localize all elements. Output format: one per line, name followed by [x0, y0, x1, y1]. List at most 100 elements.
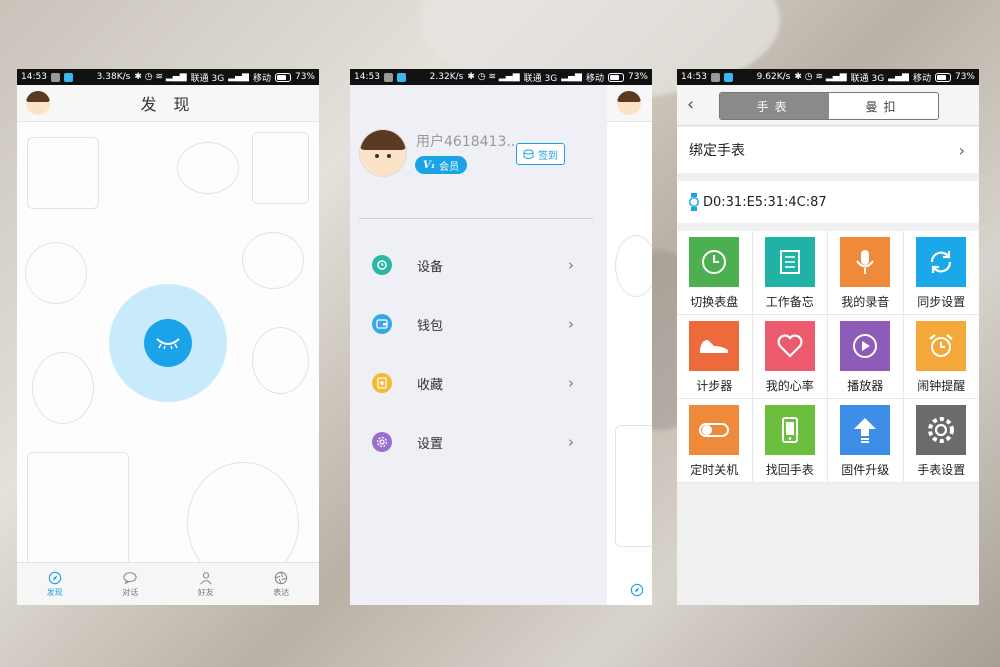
- tab-friends[interactable]: 好友: [168, 563, 244, 605]
- grid-item-label: 我的录音: [841, 295, 890, 309]
- peek-top-bar: [607, 85, 652, 122]
- tab-express[interactable]: 表达: [244, 563, 320, 605]
- device-address-row: D0:31:E5:31:4C:87: [677, 181, 979, 223]
- mac-address: D0:31:E5:31:4C:87: [703, 194, 827, 210]
- tab-watch[interactable]: 手表: [720, 93, 829, 119]
- chevron-right-icon: ›: [568, 433, 574, 451]
- doodle-face: [242, 232, 304, 289]
- signal-icons: ✱ ◷ ≋ ▂▄▆: [134, 72, 187, 82]
- doodle-windmill: [177, 142, 239, 194]
- signal-icon-2: ▂▄▆: [561, 72, 582, 82]
- app-notification-icon: [396, 72, 406, 82]
- menu-item-favorites[interactable]: 收藏 ›: [350, 363, 607, 403]
- friends-icon: [200, 571, 212, 584]
- notification-icon: [50, 72, 60, 82]
- status-time: 14:53: [681, 72, 707, 82]
- menu-item-wallet[interactable]: 钱包 ›: [350, 304, 607, 344]
- signal-icon-2: ▂▄▆: [228, 72, 249, 82]
- grid-item-label: 闹钟提醒: [917, 379, 966, 393]
- app-notification-icon: [63, 72, 73, 82]
- checkin-button[interactable]: 签到: [516, 143, 565, 165]
- grid-item-switch-dial[interactable]: 切换表盘: [677, 231, 753, 315]
- tab-label: 表达: [273, 587, 290, 597]
- compass-icon: [630, 583, 644, 597]
- signal-icons: ✱ ◷ ≋ ▂▄▆: [467, 72, 520, 82]
- carrier-1: 联通 3G: [850, 73, 885, 84]
- doodle-face: [615, 235, 652, 297]
- notification-icon: [710, 72, 720, 82]
- grid-item-timed-shutdown[interactable]: 定时关机: [677, 399, 753, 483]
- avatar: [617, 91, 641, 115]
- back-arrow-icon[interactable]: ‹: [687, 94, 694, 115]
- navigation-drawer: 用户4618413... V₁ 会员 签到 设备 › 钱包 › 收藏 › 设置 …: [350, 85, 607, 605]
- grid-item-pedometer[interactable]: 计步器: [677, 315, 753, 399]
- grid-item-find-watch[interactable]: 找回手表: [752, 399, 828, 483]
- battery-level: 73%: [294, 72, 315, 82]
- battery-level: 73%: [954, 72, 975, 82]
- grid-item-sync[interactable]: 同步设置: [903, 231, 979, 315]
- signal-icons: ✱ ◷ ≋ ▂▄▆: [794, 72, 847, 82]
- battery-level: 73%: [627, 72, 648, 82]
- chevron-right-icon: ›: [958, 140, 965, 160]
- status-bar: 14:53 9.62K/s ✱ ◷ ≋ ▂▄▆ 联通 3G ▂▄▆ 移动 73%: [677, 69, 979, 85]
- status-time: 14:53: [21, 72, 47, 82]
- menu-item-device[interactable]: 设备 ›: [350, 245, 607, 285]
- avatar[interactable]: [26, 91, 50, 115]
- menu-label: 钱包: [417, 318, 444, 334]
- chevron-right-icon: ›: [568, 374, 574, 392]
- grid-item-label: 固件升级: [841, 463, 890, 477]
- doodle-arc-de-triomphe: [27, 452, 129, 574]
- tab-discover[interactable]: 发现: [17, 563, 93, 605]
- tab-band[interactable]: 曼扣: [829, 93, 938, 119]
- bind-watch-row[interactable]: 绑定手表 ›: [677, 127, 979, 173]
- vip-badge[interactable]: V₁ 会员: [415, 156, 468, 174]
- wallet-icon: [372, 314, 392, 334]
- network-speed: 3.38K/s: [96, 72, 131, 82]
- upgrade-icon: [840, 405, 891, 455]
- grid-item-heart-rate[interactable]: 我的心率: [752, 315, 828, 399]
- network-speed: 9.62K/s: [756, 72, 791, 82]
- tab-chat[interactable]: 对话: [93, 563, 169, 605]
- bottom-tab-bar: 发现 对话 好友 表达: [17, 562, 319, 605]
- chevron-right-icon: ›: [568, 315, 574, 333]
- grid-item-alarm[interactable]: 闹钟提醒: [903, 315, 979, 399]
- carrier-1: 联通 3G: [190, 73, 225, 84]
- top-bar: 发 现: [17, 85, 319, 122]
- menu-label: 设置: [417, 436, 444, 452]
- grid-item-label: 手表设置: [917, 463, 966, 477]
- grid-item-recording[interactable]: 我的录音: [828, 231, 904, 315]
- grid-item-firmware-upgrade[interactable]: 固件升级: [828, 399, 904, 483]
- menu-label: 收藏: [417, 377, 444, 393]
- memo-icon: [764, 237, 815, 287]
- tab-label: 发现: [46, 587, 63, 597]
- main-content-peek[interactable]: [607, 85, 652, 605]
- divider: [359, 218, 593, 219]
- compass-icon: [48, 571, 62, 584]
- carrier-2: 移动: [585, 73, 604, 84]
- grid-item-player[interactable]: 播放器: [828, 315, 904, 399]
- app-notification-icon: [723, 72, 733, 82]
- tab-label: 好友: [197, 587, 214, 597]
- microphone-icon: [840, 237, 891, 287]
- battery-icon: [274, 72, 291, 82]
- discover-button[interactable]: [109, 284, 227, 402]
- top-bar: ‹ 手表 曼扣: [677, 85, 979, 126]
- username: 用户4618413...: [416, 134, 520, 150]
- grid-item-watch-settings[interactable]: 手表设置: [903, 399, 979, 483]
- chat-bubble-icon: [123, 571, 137, 584]
- status-time: 14:53: [354, 72, 380, 82]
- bind-watch-label: 绑定手表: [689, 143, 745, 159]
- power-switch-icon: [689, 405, 740, 455]
- carrier-2: 移动: [252, 73, 271, 84]
- alarm-icon: [916, 321, 967, 371]
- status-bar: 14:53 2.32K/s ✱ ◷ ≋ ▂▄▆ 联通 3G ▂▄▆ 移动 73%: [350, 69, 652, 85]
- vip-label: 会员: [439, 161, 460, 173]
- doodle-face: [25, 242, 87, 304]
- favorite-icon: [372, 373, 392, 393]
- menu-item-settings[interactable]: 设置 ›: [350, 422, 607, 462]
- avatar[interactable]: [359, 129, 407, 177]
- page-title: 发 现: [140, 95, 196, 114]
- grid-item-memo[interactable]: 工作备忘: [752, 231, 828, 315]
- doodle-building: [27, 137, 99, 209]
- signal-icon-2: ▂▄▆: [888, 72, 909, 82]
